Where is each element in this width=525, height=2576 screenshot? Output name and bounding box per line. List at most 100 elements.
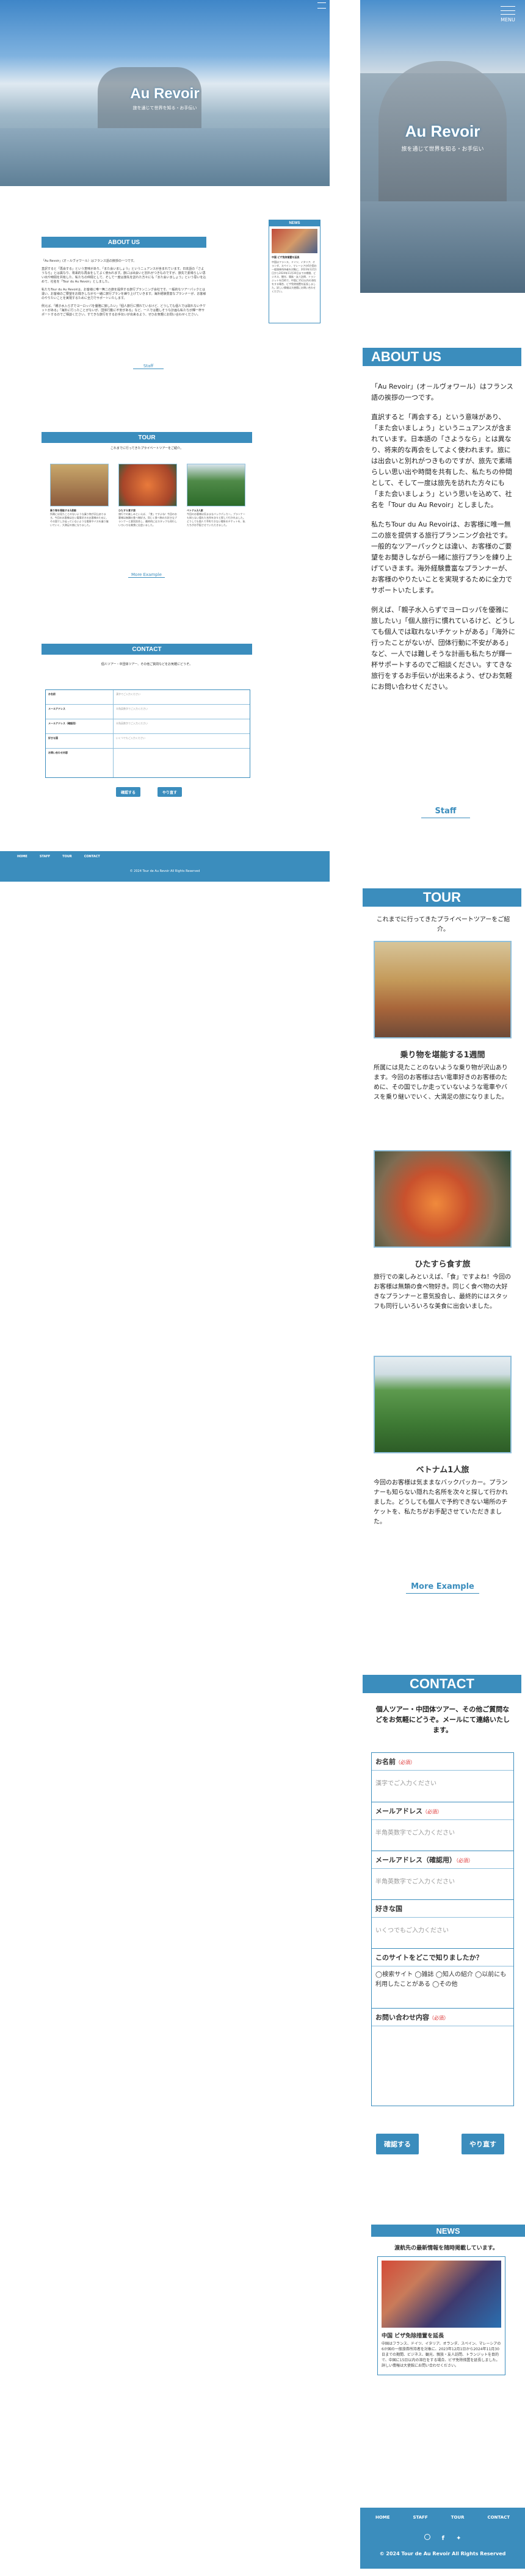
desktop-contact-ribbon: CONTACT (42, 644, 252, 655)
desktop-footer: HOME STAFF TOUR CONTACT © 2024 Tour de A… (0, 851, 330, 882)
country-input[interactable]: いくつでもご入力ください (372, 1917, 513, 1944)
desktop-contact-intro: 個人ツアー・中団体ツアー、その他ご質問などをお気軽にどうぞ。 (101, 663, 193, 666)
form-field-country: 好きな国 いくつでもご入力ください (372, 1899, 513, 1948)
message-textarea[interactable] (372, 2026, 513, 2103)
desktop-form-label-message: お問い合わせ内容 (48, 751, 68, 754)
mobile-logo-tagline: 旅を通じて世界を知る・お手伝い (401, 146, 484, 153)
desktop-footer-link-contact[interactable]: CONTACT (84, 855, 100, 858)
news-image (382, 2261, 501, 2328)
mobile-menu-button[interactable]: MENU (496, 6, 520, 23)
desktop-form-row-email-confirm: メールアドレス（確認用） 半角英数字でご入力ください (46, 719, 250, 734)
form-field-source: このサイトをどこで知りましたか？ ◯検索サイト ◯雑誌 ◯知人の紹介 ◯以前にも… (372, 1948, 513, 2008)
desktop-menu-icon[interactable] (317, 2, 326, 9)
desktop-news-image (272, 229, 317, 253)
mobile-news-ribbon: NEWS (371, 2225, 525, 2237)
mobile-tour-ribbon: TOUR (363, 888, 521, 907)
desktop-logo-tagline: 旅を通じて世界を知る・お手伝い (132, 106, 197, 110)
desktop-footer-link-staff[interactable]: STAFF (40, 855, 50, 858)
desktop-form-input-email-confirm[interactable]: 半角英数字でご入力ください (113, 719, 250, 733)
desktop-form-input-email[interactable]: 半角英数字でご入力ください (113, 705, 250, 719)
desktop-news-title: 中国 ビザ免除措置を延長 (272, 256, 300, 259)
name-input[interactable]: 漢字でご入力ください (372, 1770, 513, 1797)
footer-link-home[interactable]: HOME (375, 2515, 390, 2520)
desktop-form-row-message: お問い合わせ内容 (46, 749, 250, 777)
desktop-tour-image-3 (187, 464, 245, 506)
form-label-message: お問い合わせ内容（必須） (375, 2013, 449, 2021)
tour-text-1: 所属には見たことのないような乗り物が沢山あります。今回のお客様は古い電車好きのお… (374, 1065, 508, 1101)
mobile-more-button[interactable]: More Example (406, 1582, 479, 1594)
about-paragraph-3: 私たちTour du Au Revoirは、お客様に唯一無二の旅を提供する旅行プ… (371, 520, 512, 594)
desktop-form-input-country[interactable]: いくつでもご入力ください (113, 734, 250, 748)
desktop-preview: Au Revoir 旅を通じて世界を知る・お手伝い ABOUT US 「Au R… (0, 0, 330, 891)
mobile-footer-copy: © 2024 Tour de Au Revoir All Rights Rese… (379, 2551, 506, 2556)
mobile-staff-button[interactable]: Staff (421, 807, 470, 818)
tour-image-trams (374, 941, 512, 1038)
about-paragraph-4: 例えば、「親子水入らずでヨーロッパを優雅に旅したい」「個人旅行に慣れているけど、… (371, 606, 515, 691)
footer-link-contact[interactable]: CONTACT (487, 2515, 510, 2520)
source-radio-group[interactable]: ◯検索サイト ◯雑誌 ◯知人の紹介 ◯以前にも利用したことがある ◯その他 (372, 1966, 513, 1993)
form-label-name: お名前（必須） (375, 1758, 415, 1766)
desktop-more-button[interactable]: More Example (128, 572, 165, 578)
footer-link-staff[interactable]: STAFF (413, 2515, 427, 2520)
desktop-form-label-name: お名前 (48, 693, 56, 696)
desktop-footer-link-tour[interactable]: TOUR (62, 855, 72, 858)
tour-card-2[interactable]: ひたすら食す旅 旅行での楽しみといえば、「食」ですよね！今回のお客様は無類の食べ… (374, 1150, 512, 1312)
mobile-hero: MENU Au Revoir 旅を通じて世界を知る・お手伝い (360, 0, 525, 293)
mobile-logo: Au Revoir 旅を通じて世界を知る・お手伝い (385, 122, 501, 153)
desktop-submit-button[interactable]: 確認する (116, 787, 140, 797)
tour-title-1: 乗り物を堪能する1週間 (400, 1051, 485, 1060)
desktop-staff-button[interactable]: Staff (133, 364, 164, 369)
form-field-email-confirm: メールアドレス（確認用）（必須） 半角英数字でご入力ください (372, 1851, 513, 1899)
desktop-tour-text-2: 旅行での楽しみといえば、「食」ですよね！今回のお客様は無類の食べ物好き。同じく食… (118, 513, 177, 527)
desktop-news-panel: NEWS 中国 ビザ免除措置を延長 中国はフランス、ドイツ、イタリア、オランダ、… (269, 220, 320, 323)
mobile-about-ribbon: ABOUT US (363, 348, 521, 366)
desktop-form-label-email: メールアドレス (48, 707, 65, 710)
news-item-text: 中国はフランス、ドイツ、イタリア、オランダ、スペイン、マレーシアの6か国の一般旅… (382, 2342, 501, 2368)
mobile-news-intro: 渡航先の最新情報を随時掲載しています。 (394, 2245, 498, 2251)
mobile-footer-nav: HOME STAFF TOUR CONTACT (360, 2508, 525, 2520)
hamburger-icon (501, 6, 515, 15)
twitter-icon[interactable]: ✦ (456, 2535, 461, 2542)
email-input[interactable]: 半角英数字でご入力ください (372, 1819, 513, 1846)
desktop-news-text: 中国はフランス、ドイツ、イタリア、オランダ、スペイン、マレーシアの6か国の一般旅… (272, 261, 317, 293)
email-confirm-input[interactable]: 半角英数字でご入力ください (372, 1868, 513, 1895)
news-item-title: 中国 ビザ免除措置を延長 (382, 2333, 444, 2339)
desktop-tour-ribbon: TOUR (42, 432, 252, 443)
tour-image-lotus (374, 1356, 512, 1453)
desktop-contact-form: お名前 漢字でご入力ください メールアドレス 半角英数字でご入力ください メール… (45, 689, 250, 778)
submit-button[interactable]: 確認する (376, 2134, 419, 2154)
desktop-tour-intro: これまでに行ってきたプライベートツアーをご紹介。 (110, 447, 184, 450)
desktop-footer-copy: © 2024 Tour de Au Revoir All Rights Rese… (129, 869, 200, 873)
desktop-tour-card-1[interactable]: 乗り物を堪能する1週間 所属には見たことのないような乗り物が沢山あります。今回の… (50, 464, 109, 534)
form-label-source: このサイトをどこで知りましたか？ (375, 1954, 483, 1962)
news-card[interactable]: 中国 ビザ免除措置を延長 中国はフランス、ドイツ、イタリア、オランダ、スペイン、… (377, 2256, 505, 2375)
desktop-form-textarea[interactable] (113, 749, 250, 777)
desktop-tour-text-3: 今回のお客様は気ままなバックパッカー。プランナーも知らない隠れた名所を次々と探し… (187, 513, 245, 527)
mobile-logo-text: Au Revoir (405, 122, 480, 140)
facebook-icon[interactable]: f (442, 2535, 444, 2542)
tour-card-3[interactable]: ベトナム1人旅 今回のお客様は気ままなバックパッカー。プランナーも知らない隠れた… (374, 1356, 512, 1527)
desktop-form-label-email-confirm: メールアドレス（確認用） (48, 722, 78, 725)
mobile-footer: HOME STAFF TOUR CONTACT f ✦ © 2024 Tour … (360, 2508, 525, 2569)
form-field-message: お問い合わせ内容（必須） (372, 2008, 513, 2106)
footer-link-tour[interactable]: TOUR (451, 2515, 465, 2520)
form-field-email: メールアドレス（必須） 半角英数字でご入力ください (372, 1802, 513, 1851)
desktop-tour-card-3[interactable]: ベトナム1人旅 今回のお客様は気ままなバックパッカー。プランナーも知らない隠れた… (187, 464, 245, 534)
desktop-news-ribbon: NEWS (269, 220, 320, 226)
desktop-tour-card-2[interactable]: ひたすら食す旅 旅行での楽しみといえば、「食」ですよね！今回のお客様は無類の食べ… (118, 464, 177, 534)
desktop-form-row-country: 好きな国 いくつでもご入力ください (46, 734, 250, 749)
tour-title-3: ベトナム1人旅 (416, 1466, 469, 1475)
about-paragraph-2: 直訳すると「再会する」という意味があり、「また会いましょう」というニュアンスが含… (371, 413, 512, 509)
desktop-form-input-name[interactable]: 漢字でご入力ください (113, 690, 250, 704)
desktop-water (0, 128, 330, 186)
desktop-tour-image-1 (50, 464, 109, 506)
instagram-icon[interactable] (424, 2534, 430, 2540)
social-icons: f ✦ (360, 2531, 525, 2542)
reset-button[interactable]: やり直す (462, 2134, 504, 2154)
desktop-reset-button[interactable]: やり直す (158, 787, 182, 797)
desktop-form-row-email: メールアドレス 半角英数字でご入力ください (46, 705, 250, 719)
tour-card-1[interactable]: 乗り物を堪能する1週間 所属には見たことのないような乗り物が沢山あります。今回の… (374, 941, 512, 1103)
mobile-about-text: 「Au Revoir」(オ－ルヴォワール）はフランス語の挨拶の一つです。 直訳す… (371, 381, 515, 693)
desktop-footer-link-home[interactable]: HOME (17, 855, 27, 858)
desktop-about-text: 「Au Revoir」(オ－ルヴォワール）はフランス語の挨拶の一つです。 直訳す… (42, 259, 206, 317)
